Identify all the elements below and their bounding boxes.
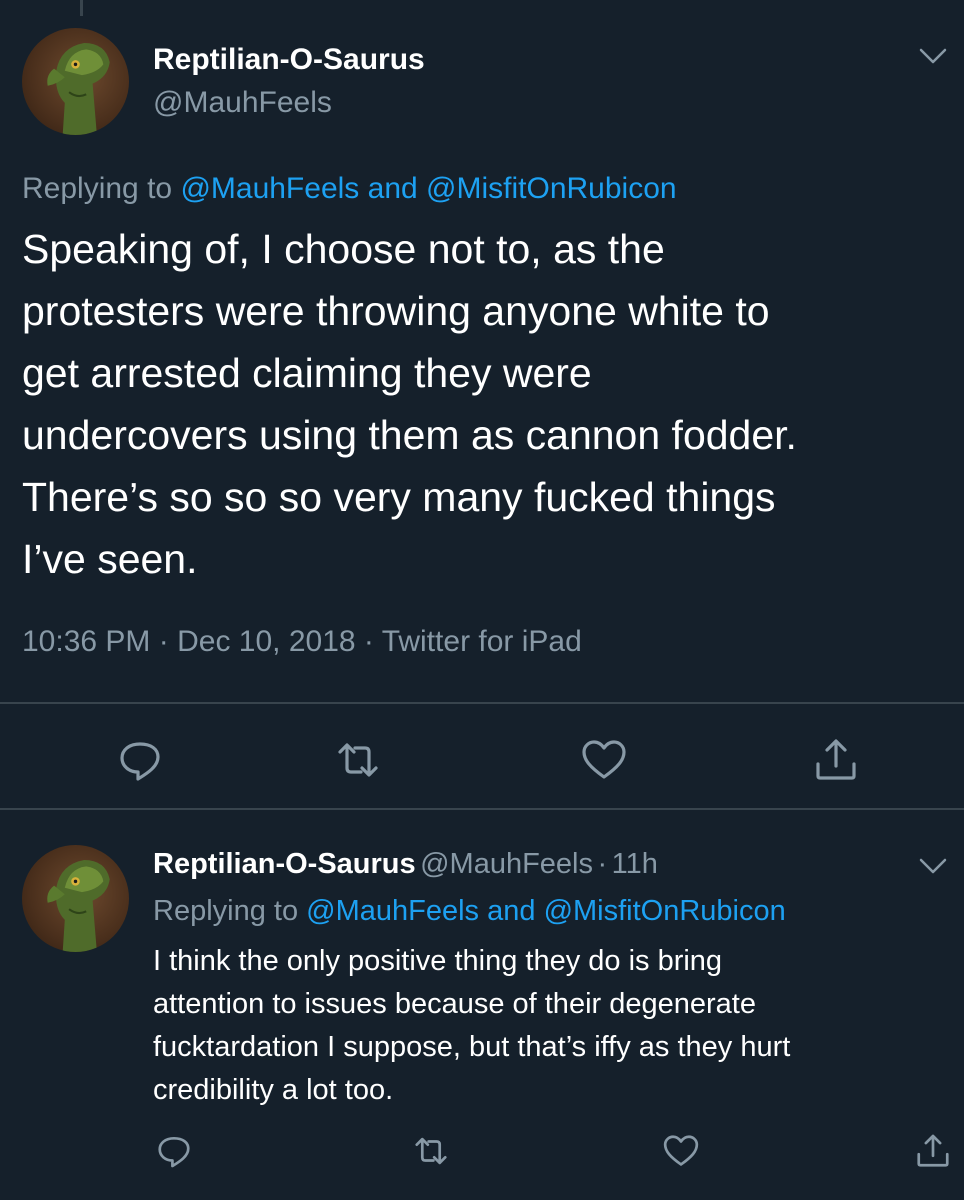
divider [0,702,964,704]
thread-connector-line [80,0,83,16]
reply-button[interactable] [155,1132,193,1170]
tweet-text: I think the only positive thing they do … [153,940,943,1112]
author-name[interactable]: Reptilian-O-Saurus [153,848,416,880]
mention-link[interactable]: @MauhFeels [306,895,479,927]
share-icon [917,1134,949,1167]
replying-prefix: Replying to [22,172,173,205]
tweet-text-line: protesters were throwing anyone white to [22,288,770,334]
author-handle[interactable]: @MauhFeels [420,848,593,880]
share-icon [816,739,856,780]
retweet-icon [338,743,378,777]
like-button[interactable] [580,736,628,784]
replying-prefix: Replying to [153,895,299,927]
author-name[interactable]: Reptilian-O-Saurus [153,43,425,77]
reply-icon [158,1136,190,1168]
meta-separator: · [158,625,169,658]
like-button[interactable] [662,1132,700,1170]
tweet-text-line: I think the only positive thing they do … [153,945,723,977]
tweet-text-line: fucktardation I suppose, but that’s iffy… [153,1031,791,1063]
replying-to-line: Replying to @MauhFeels and @MisfitOnRubi… [153,895,786,928]
mention-link[interactable]: @MauhFeels [180,172,359,205]
retweet-icon [415,1137,447,1165]
author-handle[interactable]: @MauhFeels [153,86,332,120]
tweet-text: Speaking of, I choose not to, as the pro… [22,218,942,590]
tweet-text-line: There’s so so so very many fucked things [22,474,776,520]
tweet-text-line: I’ve seen. [22,536,198,582]
chevron-down-icon[interactable] [918,856,948,876]
lizard-avatar-icon [47,42,110,135]
mention-link[interactable]: @MisfitOnRubicon [544,895,786,927]
avatar[interactable] [22,845,129,952]
retweet-button[interactable] [334,736,382,784]
mention-link[interactable]: @MisfitOnRubicon [426,172,677,205]
meta-separator: · [597,848,608,880]
lizard-avatar-icon [47,859,110,952]
tweet-time[interactable]: 10:36 PM [22,625,150,658]
reply-button[interactable] [116,736,164,784]
tweet-text-line: get arrested claiming they were [22,350,592,396]
tweet-time-ago[interactable]: 11h [612,848,658,880]
like-icon [663,1135,699,1166]
chevron-down-icon[interactable] [918,46,948,66]
share-button[interactable] [914,1132,952,1170]
tweet-text-line: credibility a lot too. [153,1074,394,1106]
meta-separator: · [363,625,374,658]
replying-to-line: Replying to @MauhFeels and @MisfitOnRubi… [22,172,677,206]
tweet-text-line: attention to issues because of their deg… [153,988,756,1020]
replying-and: and [367,172,418,205]
divider [0,808,964,810]
reply-icon [120,742,160,781]
avatar[interactable] [22,28,129,135]
like-icon [582,740,626,779]
replying-and: and [487,895,536,927]
tweet-text-line: undercovers using them as cannon fodder. [22,412,797,458]
retweet-button[interactable] [412,1132,450,1170]
share-button[interactable] [812,736,860,784]
tweet-metadata: 10:36 PM · Dec 10, 2018 · Twitter for iP… [22,625,582,659]
tweet-date[interactable]: Dec 10, 2018 [177,625,355,658]
tweet-source[interactable]: Twitter for iPad [382,625,582,658]
tweet-text-line: Speaking of, I choose not to, as the [22,226,665,272]
reply-header: Reptilian-O-Saurus @MauhFeels · 11h [153,848,658,881]
